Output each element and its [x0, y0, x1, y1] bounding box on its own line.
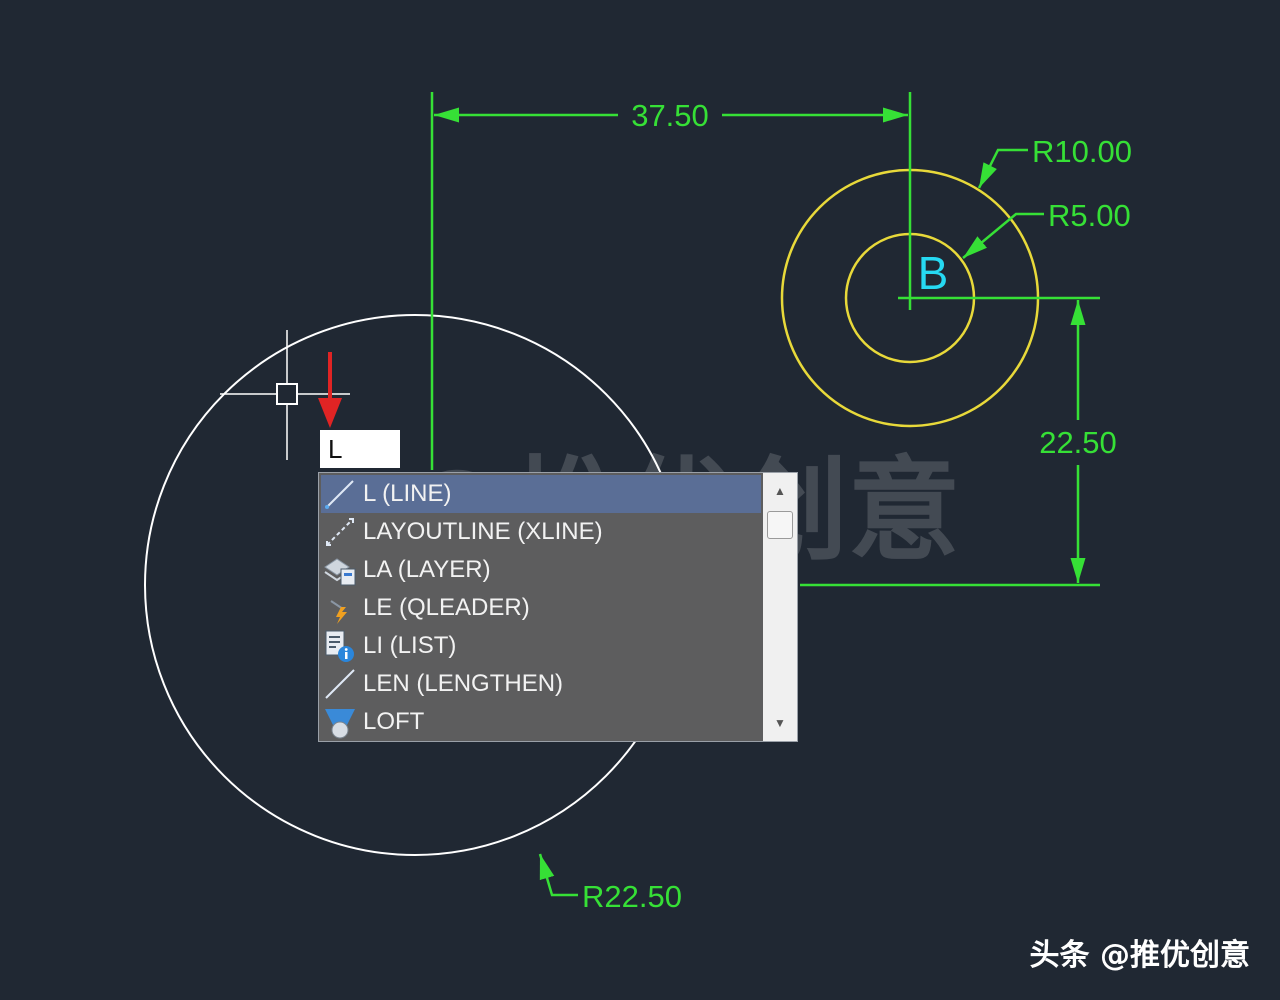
- scroll-down-icon[interactable]: ▼: [763, 705, 797, 741]
- dimension-large-radius: R22.50: [538, 853, 682, 914]
- autocomplete-item-label: LEN (LENGTHEN): [363, 670, 564, 697]
- autocomplete-item-qleader[interactable]: LE (QLEADER): [321, 589, 761, 627]
- autocomplete-item-xline[interactable]: LAYOUTLINE (XLINE): [321, 513, 761, 551]
- qleader-icon: [321, 589, 359, 627]
- command-input[interactable]: L: [320, 430, 400, 468]
- autocomplete-item-layer[interactable]: LA (LAYER): [321, 551, 761, 589]
- autocomplete-item-label: LE (QLEADER): [363, 594, 530, 621]
- layer-icon: [321, 551, 359, 589]
- loft-icon: [321, 703, 359, 741]
- autocomplete-list[interactable]: L (LINE) LAYOUTLINE (XLINE) LA (LAYER) L…: [318, 472, 798, 742]
- autocomplete-item-loft[interactable]: LOFT: [321, 703, 761, 741]
- footer-credit: 头条 @推优创意: [1029, 938, 1250, 973]
- autocomplete-item-list[interactable]: LI (LIST): [321, 627, 761, 665]
- dimension-vertical-text: 22.50: [1039, 425, 1117, 460]
- xline-icon: [321, 513, 359, 551]
- autocomplete-item-line[interactable]: L (LINE): [321, 475, 761, 513]
- autocomplete-item-label: LI (LIST): [363, 632, 457, 659]
- red-arrow-icon: [318, 352, 342, 428]
- lengthen-icon: [321, 665, 359, 703]
- inner-radius-text: R5.00: [1048, 198, 1131, 233]
- autocomplete-item-label: LOFT: [363, 708, 425, 735]
- autocomplete-item-label: LA (LAYER): [363, 556, 491, 583]
- drawing-canvas[interactable]: 37.50 22.50 R10.00 R5.00 R22.50 B L L (L…: [0, 0, 1280, 1000]
- outer-radius-text: R10.00: [1032, 134, 1132, 169]
- scroll-thumb[interactable]: [767, 511, 793, 539]
- scroll-up-icon[interactable]: ▲: [763, 473, 797, 509]
- point-label-b: B: [918, 247, 949, 299]
- autocomplete-item-label: L (LINE): [363, 480, 452, 507]
- line-icon: [321, 475, 359, 513]
- autocomplete-item-label: LAYOUTLINE (XLINE): [363, 518, 603, 545]
- dimension-horizontal: 37.50: [430, 92, 912, 470]
- dimension-horizontal-text: 37.50: [631, 98, 709, 133]
- autocomplete-scrollbar[interactable]: ▲ ▼: [763, 473, 797, 741]
- dimension-inner-radius: R5.00: [962, 198, 1131, 259]
- autocomplete-item-lengthen[interactable]: LEN (LENGTHEN): [321, 665, 761, 703]
- list-icon: [321, 627, 359, 665]
- dimension-outer-radius: R10.00: [977, 134, 1132, 189]
- large-radius-text: R22.50: [582, 879, 682, 914]
